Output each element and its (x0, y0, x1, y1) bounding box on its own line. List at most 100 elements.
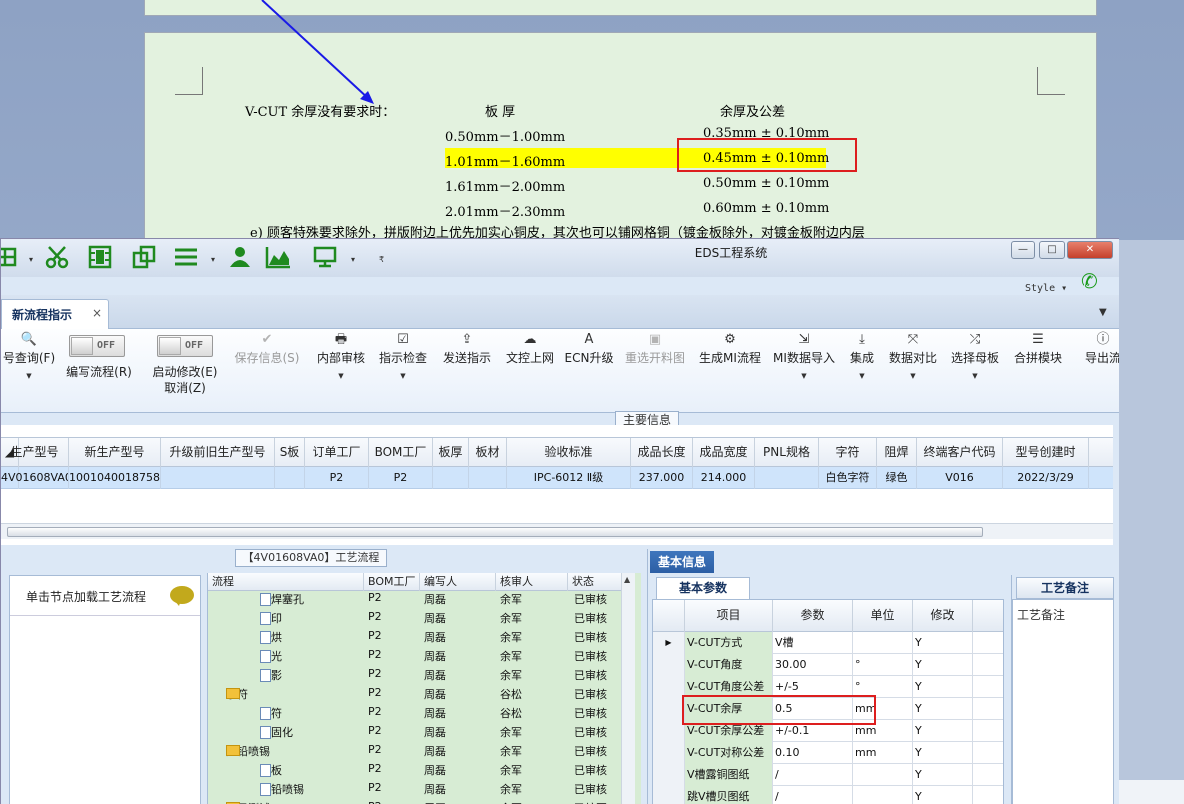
row-indicator[interactable] (653, 742, 685, 764)
grid-column-header[interactable]: 成品长度 (631, 438, 693, 468)
chevron-down-icon[interactable]: ▼ (769, 372, 839, 380)
minimize-button[interactable]: — (1011, 241, 1035, 259)
params-cell[interactable]: mm (853, 742, 913, 764)
tree-row[interactable]: 显影 P2 周磊 余军 已审核 (208, 665, 630, 684)
ribbon-button-download[interactable]: ⤓ 集成 ▼ (845, 329, 879, 413)
row-indicator[interactable] (653, 764, 685, 786)
params-column-header[interactable]: 参数 (773, 600, 853, 632)
tab-new-flow[interactable]: 新流程指示 × (1, 299, 109, 329)
grid-cell[interactable]: 214.000 (693, 467, 755, 489)
row-indicator[interactable] (653, 676, 685, 698)
params-cell[interactable]: 0.10 (773, 742, 853, 764)
scroll-up-icon[interactable]: ▲ (624, 575, 630, 584)
params-cell[interactable]: Y (913, 720, 973, 742)
vertical-scrollbar[interactable]: ▲ (621, 573, 635, 804)
params-row[interactable]: ▶ V-CUT方式 V槽 Y (653, 632, 1003, 654)
ribbon-button-info[interactable]: ⓘ 导出流 (1073, 329, 1119, 413)
copy-icon[interactable] (131, 245, 157, 269)
tab-list-icon[interactable]: ▼ (1099, 307, 1107, 318)
chevron-down-icon[interactable]: ▾ (29, 255, 33, 264)
params-cell[interactable] (853, 786, 913, 804)
style-menu[interactable]: Style ▾ (1025, 283, 1067, 294)
chevron-down-icon[interactable]: ▼ (375, 372, 431, 380)
params-cell[interactable] (853, 632, 913, 654)
close-icon[interactable]: × (92, 306, 102, 320)
tree-row[interactable]: 无铅喷锡 P2 周磊 余军 已审核 (208, 779, 630, 798)
tree-node[interactable]: −无铅喷锡 (226, 743, 270, 759)
grid-cell[interactable]: P2 (369, 467, 433, 489)
row-indicator[interactable] (653, 786, 685, 804)
tree-node[interactable]: 阻焊塞孔 (260, 591, 304, 607)
chevron-down-icon[interactable]: ▼ (947, 372, 1003, 380)
grid-column-header[interactable]: 板材 (469, 438, 507, 468)
tree-node[interactable]: 终固化 (260, 724, 293, 740)
phone-icon[interactable]: ✆ (1081, 269, 1098, 293)
ribbon-button-print[interactable]: 🖶 内部审核 ▼ (313, 329, 369, 413)
ribbon-button-search[interactable]: 🔍 号查询(F) ▼ (1, 329, 61, 413)
params-cell[interactable]: Y (913, 632, 973, 654)
grid-column-header[interactable]: 新生产型号 (69, 438, 161, 468)
chevron-down-icon[interactable]: ▾ (211, 255, 215, 264)
params-cell[interactable]: Y (913, 676, 973, 698)
scrollbar-thumb[interactable] (7, 527, 983, 537)
grid-cell[interactable]: P2 (305, 467, 369, 489)
chevron-down-icon[interactable]: ▾ (351, 255, 355, 264)
chevron-down-icon[interactable]: ▼ (885, 372, 941, 380)
params-cell[interactable]: V-CUT方式 (685, 632, 773, 654)
grid-column-header[interactable]: 生产型号 (1, 438, 69, 468)
monitor-icon[interactable] (313, 245, 339, 269)
params-cell[interactable]: V-CUT对称公差 (685, 742, 773, 764)
chevron-down-icon[interactable]: ▼ (313, 372, 369, 380)
tree-row[interactable]: 阻焊塞孔 P2 周磊 余军 已审核 (208, 589, 630, 608)
customize-quick-access-icon[interactable]: ₹ (379, 255, 384, 264)
params-row[interactable]: V槽露铜图纸 / Y (653, 764, 1003, 786)
tree-row[interactable]: −无铅喷锡 P2 周磊 余军 已审核 (208, 741, 630, 760)
tree-node[interactable]: 预烘 (260, 629, 282, 645)
tree-node[interactable]: 显影 (260, 667, 282, 683)
tree-node[interactable]: 无铅喷锡 (260, 781, 304, 797)
params-row[interactable]: V-CUT对称公差 0.10 mm Y (653, 742, 1003, 764)
ribbon-button-upload[interactable]: ⇪ 发送指示 (439, 329, 495, 413)
tree-row[interactable]: 终固化 P2 周磊 余军 已审核 (208, 722, 630, 741)
params-column-header[interactable]: 单位 (853, 600, 913, 632)
grid-column-header[interactable]: 订单工厂 (305, 438, 369, 468)
chevron-down-icon[interactable]: ▼ (845, 372, 879, 380)
row-indicator[interactable] (653, 654, 685, 676)
grid-icon[interactable] (1, 245, 19, 269)
tab-basic-params[interactable]: 基本参数 (656, 577, 750, 599)
row-indicator[interactable] (653, 720, 685, 742)
toggle-start-modify[interactable]: OFF (157, 335, 213, 357)
tree-row[interactable]: 预烘 P2 周磊 余军 已审核 (208, 627, 630, 646)
tree-node[interactable]: 字符 (260, 705, 282, 721)
tree-row[interactable]: 字符 P2 周磊 谷松 已审核 (208, 703, 630, 722)
params-cell[interactable]: Y (913, 654, 973, 676)
ribbon-button-cloud-upload[interactable]: ☁ 文控上网 (501, 329, 559, 413)
grid-cell[interactable]: 237.000 (631, 467, 693, 489)
tree-node[interactable]: −字符 (226, 686, 248, 702)
grid-column-header[interactable]: 板厚 (433, 438, 469, 468)
grid-column-header[interactable]: 验收标准 (507, 438, 631, 468)
params-cell[interactable]: V槽露铜图纸 (685, 764, 773, 786)
grid-cell[interactable] (433, 467, 469, 489)
table-row[interactable]: 4V01608VA0 10010400187580 P2 P2 IPC-6012 Ⅱ级 2… (1, 467, 1113, 489)
grid-cell[interactable] (161, 467, 275, 489)
tree-row[interactable]: 丝印 P2 周磊 余军 已审核 (208, 608, 630, 627)
grid-column-header[interactable]: 阻焊 (877, 438, 917, 468)
grid-cell[interactable]: 绿色 (877, 467, 917, 489)
close-button[interactable]: ✕ (1067, 241, 1113, 259)
grid-cell[interactable] (275, 467, 305, 489)
scissors-icon[interactable] (45, 245, 71, 269)
ribbon-button-random[interactable]: ⤮ 选择母板 ▼ (947, 329, 1003, 413)
params-cell[interactable]: V槽 (773, 632, 853, 654)
ribbon-button-gears[interactable]: ⚙ 生成MI流程 (695, 329, 765, 413)
grid-cell[interactable]: V016 (917, 467, 1003, 489)
row-indicator[interactable]: ▶ (653, 632, 685, 654)
horizontal-scrollbar[interactable] (1, 523, 1113, 539)
ribbon-button-compress[interactable]: ⤧ 数据对比 ▼ (885, 329, 941, 413)
params-cell[interactable]: V-CUT角度 (685, 654, 773, 676)
params-column-header[interactable]: 修改 (913, 600, 973, 632)
tab-craft-notes[interactable]: 工艺备注 (1016, 577, 1114, 599)
params-cell[interactable]: / (773, 764, 853, 786)
grid-cell[interactable]: 10010400187580 (69, 467, 161, 489)
grid-column-header[interactable]: 升级前旧生产型号 (161, 438, 275, 468)
